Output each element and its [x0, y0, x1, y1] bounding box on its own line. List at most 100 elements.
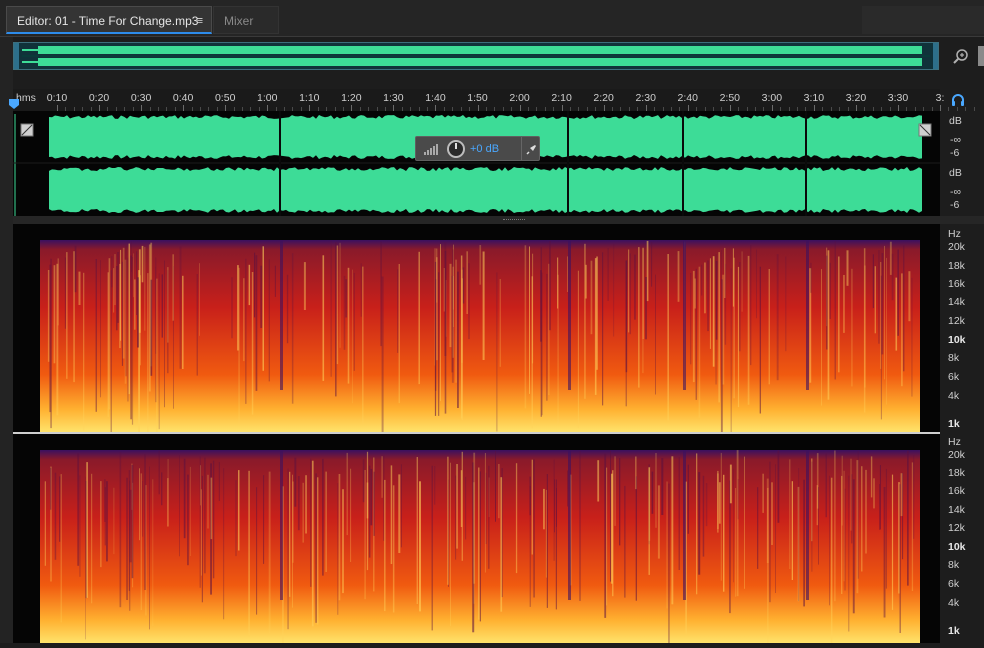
pin-icon[interactable] — [526, 143, 538, 155]
ruler-tick-label: 0:10 — [46, 92, 68, 104]
spectral-streak — [456, 464, 458, 549]
spectral-streak — [803, 479, 805, 607]
spectral-streak — [531, 459, 533, 555]
spectral-streak — [368, 465, 371, 558]
spectral-streak — [701, 264, 703, 296]
hz-label: 4k — [948, 597, 960, 609]
spectral-streak — [91, 473, 93, 604]
spectral-streak — [108, 258, 111, 410]
spectral-streak — [311, 460, 314, 627]
spectral-streak — [158, 450, 160, 495]
side-panel-toggle[interactable] — [978, 46, 984, 66]
splitter-grip[interactable] — [503, 219, 525, 222]
ruler-tick-label: 3:00 — [761, 92, 783, 104]
spectral-display-channel-1[interactable] — [13, 224, 940, 442]
spectral-streak — [610, 450, 611, 582]
spectral-streak — [199, 456, 201, 588]
spectral-streak — [256, 487, 258, 615]
ruler-tick-label: 1:20 — [341, 92, 362, 104]
spectral-streak — [692, 270, 695, 383]
time-ruler[interactable]: hms 0:10 0:20 0:30 0:40 0:50 1:00 1:10 1:20 1:30… — [13, 89, 975, 111]
tab-editor[interactable]: Editor: 01 - Time For Change.mp3 ≡ — [6, 6, 212, 34]
spectral-streak — [310, 458, 312, 587]
spectral-streak — [342, 489, 344, 594]
spectral-streak — [134, 279, 136, 330]
spectral-streak — [810, 262, 812, 293]
spectral-streak — [263, 475, 265, 564]
spectral-streak — [142, 481, 144, 537]
panel-splitter[interactable] — [13, 216, 984, 224]
spectral-streak — [199, 263, 200, 336]
ruler-tick-label: 1:50 — [467, 92, 488, 104]
db-scale: dB -∞ -6 dB -∞ -6 — [940, 111, 984, 216]
spectral-streak — [268, 471, 271, 634]
spectral-streak — [337, 483, 339, 615]
overview-waveform — [14, 43, 938, 69]
spectral-streak — [139, 468, 140, 541]
spectral-streak — [667, 254, 669, 421]
spectral-display-channel-2[interactable] — [13, 434, 940, 648]
spectral-streak — [384, 479, 386, 612]
spectral-streak — [167, 459, 169, 527]
spectral-streak — [597, 460, 600, 502]
spectral-streak — [730, 268, 732, 438]
spectral-streak — [635, 456, 637, 490]
volume-value[interactable]: +0 dB — [470, 143, 499, 155]
spectral-streak — [776, 254, 779, 381]
spectral-streak — [57, 258, 59, 326]
spectral-streak — [465, 476, 467, 540]
spectral-streak — [736, 450, 739, 597]
spectral-streak — [297, 476, 300, 531]
tab-bar-empty-area — [862, 6, 984, 34]
headphones-icon[interactable] — [951, 93, 965, 107]
spectral-streak — [602, 252, 604, 406]
spectral-streak — [435, 279, 437, 391]
spectral-streak — [488, 465, 490, 569]
spectral-streak — [260, 265, 263, 328]
spectral-streak — [455, 475, 457, 560]
spectral-streak — [908, 271, 911, 322]
volume-knob-icon[interactable] — [446, 139, 466, 159]
spectral-streak — [500, 477, 503, 612]
spectral-streak — [515, 463, 518, 574]
spectral-streak — [172, 254, 174, 321]
spectral-streak — [768, 269, 770, 385]
spectral-gap — [280, 450, 283, 600]
playhead-marker[interactable] — [8, 98, 20, 110]
spectral-streak — [696, 453, 698, 595]
spectral-streak — [398, 474, 401, 553]
spectral-streak — [120, 249, 122, 341]
spectral-streak — [245, 258, 247, 404]
spectral-streak — [133, 253, 134, 298]
spectral-streak — [911, 277, 913, 397]
spectral-streak — [79, 475, 81, 577]
spectral-streak — [499, 279, 501, 367]
waveform-display[interactable] — [13, 111, 940, 216]
spectral-streak — [567, 470, 568, 507]
spectral-streak — [100, 481, 102, 568]
volume-hud[interactable]: +0 dB — [415, 136, 540, 161]
left-gutter — [0, 36, 13, 643]
spectral-streak — [529, 246, 530, 394]
zoom-in-icon[interactable] — [952, 47, 970, 65]
spectral-gap — [683, 450, 686, 600]
spectral-streak — [717, 473, 719, 530]
hz-label: 1k — [948, 418, 960, 430]
db-neg-inf-top: -∞ — [950, 134, 961, 146]
spectral-streak — [777, 450, 780, 523]
spectral-streak — [364, 470, 366, 600]
spectral-streak — [498, 464, 500, 519]
hz-label: 18k — [948, 467, 965, 479]
spectral-streak — [126, 477, 128, 600]
overview-navigator[interactable] — [13, 42, 939, 70]
spectral-streak — [95, 259, 97, 412]
spectral-streak — [645, 277, 647, 340]
hud-divider — [521, 137, 522, 160]
tab-mixer[interactable]: Mixer — [213, 6, 279, 34]
spectral-streak — [901, 273, 903, 387]
panel-menu-icon[interactable]: ≡ — [197, 7, 203, 35]
spectral-streak — [100, 260, 101, 398]
spectral-streak — [447, 456, 449, 585]
spectral-streak — [158, 273, 160, 430]
spectral-streak — [678, 457, 680, 570]
